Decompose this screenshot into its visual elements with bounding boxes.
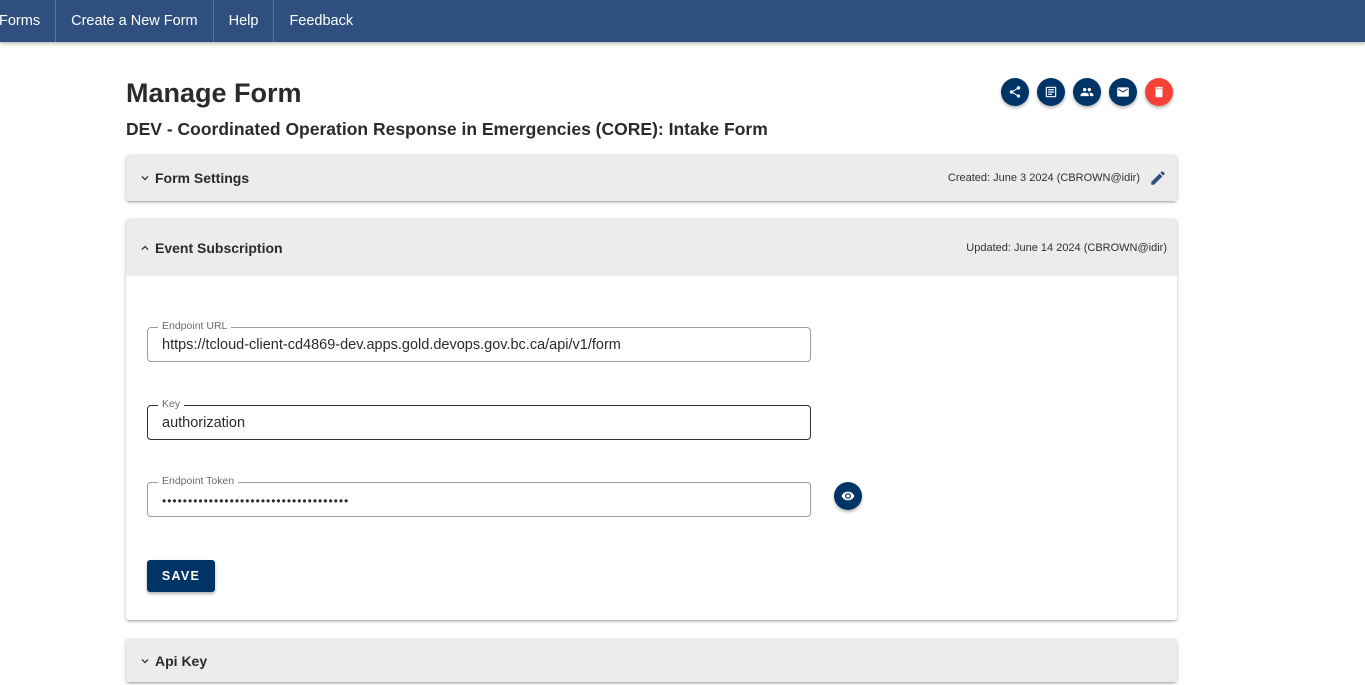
endpoint-token-label: Endpoint Token — [158, 475, 239, 487]
form-actions — [1001, 78, 1173, 106]
key-value: authorization — [162, 415, 246, 431]
toggle-token-visibility-button[interactable] — [834, 482, 862, 510]
chevron-up-icon — [141, 245, 149, 250]
endpoint-token-value: •••••••••••••••••••••••••••••••••••• — [162, 494, 350, 508]
form-settings-panel: Form Settings Created: June 3 2024 (CBRO… — [126, 155, 1177, 201]
key-field[interactable]: Key authorization — [147, 398, 811, 440]
endpoint-url-value: https://tcloud-client-cd4869-dev.apps.go… — [162, 337, 621, 353]
api-key-title: Api Key — [155, 652, 208, 669]
nav-item-forms[interactable]: Forms — [0, 0, 57, 42]
email-icon — [1117, 87, 1129, 97]
updated-meta: Updated: June 14 2024 (CBROWN@idir) — [966, 241, 1167, 254]
form-name: DEV - Coordinated Operation Response in … — [126, 119, 768, 139]
delete-button[interactable] — [1145, 78, 1173, 106]
form-settings-title: Form Settings — [155, 170, 250, 186]
email-button[interactable] — [1109, 78, 1137, 106]
nav-item-feedback[interactable]: Feedback — [274, 0, 368, 42]
event-subscription-header[interactable]: Event Subscription Updated: June 14 2024… — [126, 219, 1177, 276]
submissions-button[interactable] — [1037, 78, 1065, 106]
created-meta: Created: June 3 2024 (CBROWN@idir) — [947, 172, 1140, 184]
api-key-header[interactable]: Api Key — [126, 639, 1177, 682]
eye-icon — [841, 491, 855, 501]
endpoint-url-label: Endpoint URL — [158, 320, 232, 332]
chevron-down-icon — [141, 176, 149, 181]
nav-item-help[interactable]: Help — [214, 0, 275, 42]
save-button[interactable]: SAVE — [147, 560, 215, 592]
event-subscription-panel: Event Subscription Updated: June 14 2024… — [126, 219, 1177, 620]
form-settings-header[interactable]: Form Settings Created: June 3 2024 (CBRO… — [126, 155, 1177, 201]
endpoint-url-field[interactable]: Endpoint URL https://tcloud-client-cd486… — [147, 320, 811, 362]
page-title: Manage Form — [126, 78, 302, 108]
share-icon — [1009, 86, 1021, 98]
endpoint-token-field[interactable]: Endpoint Token •••••••••••••••••••••••••… — [147, 475, 811, 517]
submissions-icon — [1045, 86, 1057, 98]
top-nav: Forms Create a New Form Help Feedback — [0, 0, 1365, 42]
pencil-icon[interactable] — [1149, 169, 1167, 187]
chevron-down-icon — [141, 658, 149, 663]
nav-item-create-form[interactable]: Create a New Form — [56, 0, 214, 42]
key-label: Key — [158, 398, 185, 410]
api-key-panel: Api Key — [126, 639, 1177, 682]
team-icon — [1080, 87, 1094, 97]
share-button[interactable] — [1001, 78, 1029, 106]
team-button[interactable] — [1073, 78, 1101, 106]
event-subscription-title: Event Subscription — [155, 239, 283, 256]
delete-icon — [1154, 86, 1164, 98]
